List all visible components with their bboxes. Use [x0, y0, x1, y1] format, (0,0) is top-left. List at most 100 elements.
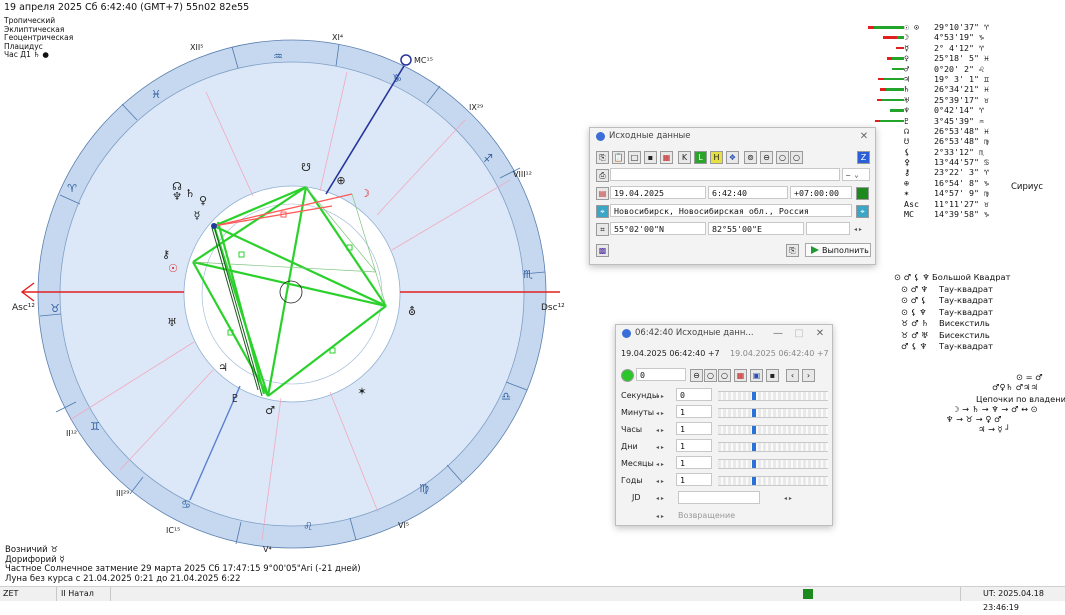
step-value[interactable]: 1 — [676, 405, 712, 418]
h-icon[interactable]: H — [710, 151, 723, 164]
circle2-icon[interactable]: ○ — [790, 151, 803, 164]
calendar-icon[interactable]: ▦ — [660, 151, 673, 164]
maximize-icon[interactable]: □ — [791, 325, 807, 342]
status-mode[interactable]: II Натал — [56, 587, 94, 601]
chiron-icon: ⚷ — [162, 248, 170, 261]
prev-icon[interactable]: ‹ — [786, 369, 799, 382]
asc-label: Asc¹² — [12, 303, 35, 313]
pin-icon[interactable]: ❖ — [726, 151, 739, 164]
step-slider[interactable] — [718, 476, 828, 486]
new-icon[interactable]: □ — [628, 151, 641, 164]
dialog-titlebar[interactable]: 06:42:40 Исходные данн... — □ ✕ — [616, 325, 832, 342]
jd-spin[interactable]: ◂ ▸ — [656, 495, 664, 502]
step-slider[interactable] — [718, 408, 828, 418]
step-slider[interactable] — [718, 425, 828, 435]
sign-pisces-icon: ♓ — [151, 88, 161, 101]
slider-knob[interactable] — [752, 460, 756, 468]
minimize-icon[interactable]: — — [770, 325, 786, 342]
step-slider[interactable] — [718, 442, 828, 452]
step-value[interactable]: 1 — [676, 473, 712, 486]
name-field[interactable] — [610, 168, 840, 181]
step-value[interactable]: 1 — [676, 456, 712, 469]
step-value[interactable]: 1 — [676, 422, 712, 435]
coords-icon[interactable]: ⌗ — [596, 223, 609, 236]
map-icon[interactable]: ⌖ — [856, 205, 869, 218]
close-icon[interactable]: ✕ — [812, 325, 828, 342]
slider-knob[interactable] — [752, 392, 756, 400]
close-icon[interactable]: ✕ — [856, 128, 872, 145]
strength-bar — [887, 57, 892, 60]
slider-knob[interactable] — [752, 409, 756, 417]
list-select[interactable]: — ⌄ — [842, 168, 870, 181]
circle-icon[interactable]: ○ — [704, 369, 717, 382]
place-field[interactable]: Новосибирск, Новосибирская обл., Россия — [610, 204, 852, 217]
place-icon[interactable]: ⌖ — [596, 205, 609, 218]
strength-bar — [892, 57, 904, 60]
stop-icon[interactable]: ⊖ — [760, 151, 773, 164]
altitude-field[interactable] — [806, 222, 850, 235]
copy3-icon[interactable]: ⎘ — [786, 244, 799, 257]
copy2-icon[interactable]: ⊚ — [744, 151, 757, 164]
dialog-titlebar[interactable]: Исходные данные ✕ — [590, 128, 875, 145]
run-button[interactable]: Выполнить — [805, 243, 871, 257]
sign-virgo-icon: ♍ — [419, 482, 429, 495]
natal-chart-wheel[interactable]: Asc¹² Dsc¹² MC¹⁵ IC¹⁵ XII⁵ XI⁴ IX²⁹ VIII… — [0, 0, 590, 560]
copy-icon[interactable]: ⎘ — [596, 151, 609, 164]
timezone-field[interactable]: +07:00:00 — [790, 186, 852, 199]
datetime-current: 19.04.2025 06:42:40 +7 — [621, 349, 720, 358]
counter-field[interactable]: 0 — [636, 368, 686, 381]
house-label: VI⁵ — [398, 521, 409, 530]
strength-bar — [892, 67, 904, 71]
step-spin[interactable]: ◂ ▸ — [656, 427, 664, 434]
jd-field[interactable] — [678, 491, 760, 504]
green-status-icon[interactable] — [856, 187, 869, 200]
calendar-icon[interactable]: ▦ — [734, 369, 747, 382]
latitude-field[interactable]: 55°02'00"N — [610, 222, 706, 235]
return-spin[interactable]: ◂ ▸ — [656, 513, 664, 520]
time-stepper-dialog[interactable]: 06:42:40 Исходные данн... — □ ✕ 19.04.20… — [615, 324, 833, 526]
step-spin[interactable]: ◂ ▸ — [656, 444, 664, 451]
circle2-icon[interactable]: ○ — [718, 369, 731, 382]
source-data-dialog[interactable]: Исходные данные ✕ ⎘ 📋 □ ▪ ▦ K L H ❖ ⊚ ⊖ … — [589, 127, 876, 265]
window-icon[interactable]: ▣ — [750, 369, 763, 382]
step-spin[interactable]: ◂ ▸ — [656, 410, 664, 417]
stop-icon[interactable]: ⊖ — [690, 369, 703, 382]
chain-title: Цепочки по владению — [976, 394, 1065, 404]
lilith-icon: ⛢ — [408, 305, 416, 318]
circle-icon[interactable]: ○ — [776, 151, 789, 164]
z-icon[interactable]: Z — [857, 151, 870, 164]
star-label: Сириус — [1011, 182, 1044, 192]
step-slider[interactable] — [718, 391, 828, 401]
l-icon[interactable]: L — [694, 151, 707, 164]
save-icon[interactable]: ▪ — [766, 369, 779, 382]
slider-knob[interactable] — [752, 477, 756, 485]
spin-arrows[interactable]: ◂ ▸ — [854, 226, 862, 233]
planet-symbol: ☋ — [904, 136, 909, 147]
planet-position: 26°53'48" ♍ — [934, 136, 989, 147]
date-icon[interactable]: ▤ — [596, 187, 609, 200]
step-value[interactable]: 1 — [676, 439, 712, 452]
settings-icon[interactable]: ▩ — [596, 244, 609, 257]
open-icon[interactable]: ⎙ — [596, 169, 609, 182]
k-icon[interactable]: K — [678, 151, 691, 164]
planet-symbol: ♆ — [904, 105, 909, 116]
longitude-field[interactable]: 82°55'00"E — [708, 222, 804, 235]
play-icon[interactable] — [621, 369, 634, 382]
step-value[interactable]: 0 — [676, 388, 712, 401]
slider-knob[interactable] — [752, 443, 756, 451]
save-icon[interactable]: ▪ — [644, 151, 657, 164]
step-spin[interactable]: ◂ ▸ — [656, 393, 664, 400]
slider-knob[interactable] — [752, 426, 756, 434]
planet-symbol: ♃ — [904, 73, 909, 84]
house-label: XI⁴ — [332, 33, 343, 42]
jd-spin2[interactable]: ◂ ▸ — [784, 495, 792, 502]
date-field[interactable]: 19.04.2025 — [610, 186, 706, 199]
step-slider[interactable] — [718, 459, 828, 469]
step-spin[interactable]: ◂ ▸ — [656, 461, 664, 468]
next-icon[interactable]: › — [802, 369, 815, 382]
step-spin[interactable]: ◂ ▸ — [656, 478, 664, 485]
time-field[interactable]: 6:42:40 — [708, 186, 788, 199]
paste-icon[interactable]: 📋 — [612, 151, 625, 164]
step-label: Секунды — [621, 391, 659, 400]
venus-icon: ♀ — [199, 194, 207, 207]
